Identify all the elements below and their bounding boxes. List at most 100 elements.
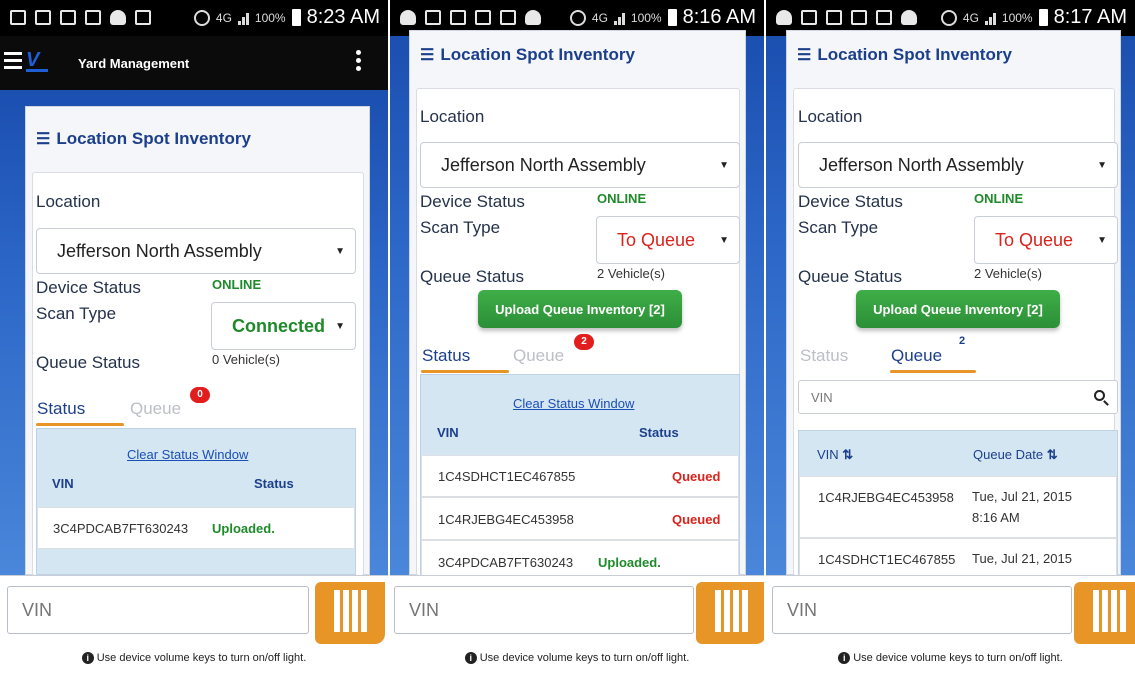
tab-status[interactable]: Status [800, 346, 848, 366]
queue-date-column-header[interactable]: Queue Date ⇅ [973, 447, 1058, 463]
table-row[interactable]: 1C4RJEBG4EC453958 Tue, Jul 21, 2015 8:16… [799, 476, 1117, 538]
location-select[interactable]: Jefferson North Assembly ▼ [420, 142, 740, 188]
app-logo: V [26, 50, 48, 72]
scan-bar: iUse device volume keys to turn on/off l… [390, 575, 764, 675]
row-vin: 1C4RJEBG4EC453958 [818, 490, 954, 505]
notification-icon [475, 10, 491, 25]
row-vin: 3C4PDCAB7FT630243 [438, 555, 574, 570]
row-vin: 1C4RJEBG4EC453958 [438, 512, 574, 527]
location-label: Location [36, 192, 101, 211]
barcode-scan-button[interactable] [315, 582, 385, 644]
cloud-icon [525, 10, 541, 25]
info-icon: i [81, 652, 94, 664]
barcode-scan-button[interactable] [1074, 582, 1135, 644]
row-queue-time: 8:16 AM [972, 510, 1020, 525]
queue-search-input[interactable]: VIN [798, 380, 1118, 414]
active-tab-underline [890, 370, 976, 373]
clock: 8:17 AM [1053, 6, 1127, 28]
scan-type-label: Scan Type [798, 218, 879, 237]
status-bar: 4G 100% 8:23 AM [0, 0, 388, 36]
notification-icon [450, 10, 466, 25]
vin-input[interactable] [394, 586, 694, 634]
table-row[interactable]: 1C4SDHCT1EC467855 Queued [421, 455, 739, 497]
scan-type-label: Scan Type [420, 218, 501, 237]
vin-column-header[interactable]: VIN ⇅ [817, 447, 853, 463]
tab-status[interactable]: Status [422, 346, 470, 366]
notification-icon [425, 10, 441, 25]
battery-percent: 100% [1001, 10, 1033, 25]
tab-queue[interactable]: Queue [513, 346, 564, 366]
device-status-label: Device Status [420, 192, 525, 211]
row-vin: 1C4SDHCT1EC467855 [438, 469, 576, 484]
location-label: Location [420, 107, 485, 126]
scan-type-select[interactable]: To Queue ▼ [974, 216, 1118, 264]
tab-queue[interactable]: Queue [891, 346, 942, 366]
notification-icon [776, 10, 792, 25]
sort-arrows-icon: ⇅ [1046, 447, 1058, 462]
location-value: Jefferson North Assembly [57, 240, 262, 261]
table-row[interactable]: 3C4PDCAB7FT630243 Uploaded. [37, 507, 355, 549]
table-row[interactable]: 1C4RJEBG4EC453958 Queued [421, 497, 739, 540]
notification-icon [876, 10, 892, 25]
app-title: Yard Management [78, 56, 190, 71]
queue-status-label: Queue Status [798, 267, 902, 286]
barcode-icon [1086, 590, 1132, 632]
battery-percent: 100% [254, 10, 286, 25]
device-status-value: ONLINE [974, 191, 1024, 206]
row-queue-date: Tue, Jul 21, 2015 [972, 489, 1072, 504]
barcode-icon [708, 590, 754, 632]
vin-column-header: VIN [52, 476, 74, 491]
location-value: Jefferson North Assembly [819, 154, 1024, 175]
tab-status[interactable]: Status [37, 399, 85, 419]
dropdown-caret-icon: ▼ [1097, 235, 1107, 246]
upload-queue-button[interactable]: Upload Queue Inventory [2] [478, 290, 682, 328]
row-status: Uploaded. [212, 521, 275, 536]
network-type: 4G [591, 10, 608, 25]
queue-count-badge: 0 [190, 387, 210, 403]
network-type: 4G [215, 10, 232, 25]
signal-icon [984, 11, 996, 25]
row-status: Queued [672, 512, 721, 527]
queue-count-badge: 2 [574, 334, 594, 350]
battery-percent: 100% [630, 10, 662, 25]
table-row[interactable]: 3C4PDCAB7FT630243 Uploaded. [421, 540, 739, 576]
device-status-label: Device Status [36, 278, 141, 297]
battery-icon [667, 9, 677, 26]
notification-icon [85, 10, 101, 25]
overflow-menu-icon[interactable] [356, 50, 362, 74]
dropdown-caret-icon: ▼ [335, 246, 345, 257]
table-row[interactable]: 1C4SDHCT1EC467855 Tue, Jul 21, 2015 [799, 538, 1117, 576]
clear-status-link[interactable]: Clear Status Window [127, 447, 248, 462]
scan-type-select[interactable]: To Queue ▼ [596, 216, 740, 264]
tab-queue[interactable]: Queue [130, 399, 181, 419]
clock: 8:16 AM [682, 6, 756, 28]
list-icon: ☰ [420, 47, 435, 64]
vin-input[interactable] [7, 586, 309, 634]
queue-status-value: 2 Vehicle(s) [597, 266, 665, 281]
notification-icon [400, 10, 416, 25]
dropdown-caret-icon: ▼ [1097, 160, 1107, 171]
upload-queue-button[interactable]: Upload Queue Inventory [2] [856, 290, 1060, 328]
location-select[interactable]: Jefferson North Assembly ▼ [798, 142, 1118, 188]
vin-input[interactable] [772, 586, 1072, 634]
hamburger-menu-icon[interactable] [4, 52, 22, 73]
dropdown-caret-icon: ▼ [719, 160, 729, 171]
info-icon: i [464, 652, 477, 664]
notification-icon [826, 10, 842, 25]
app-bar: V Yard Management [0, 36, 388, 90]
queue-count-badge: 2 [959, 335, 966, 347]
notification-icon [60, 10, 76, 25]
row-status: Uploaded. [598, 555, 661, 570]
row-status: Queued [672, 469, 721, 484]
search-icon[interactable] [1094, 390, 1105, 401]
card-title: Location Spot Inventory [817, 45, 1012, 64]
scan-type-select[interactable]: Connected ▼ [211, 302, 356, 350]
active-tab-underline [421, 370, 509, 373]
active-tab-underline [36, 423, 124, 426]
card-title: Location Spot Inventory [56, 129, 251, 148]
signal-icon [237, 11, 249, 25]
clear-status-link[interactable]: Clear Status Window [513, 396, 634, 411]
screen-3: 4G 100% 8:17 AM ☰ Location Spot Inventory… [766, 0, 1135, 675]
barcode-scan-button[interactable] [696, 582, 764, 644]
location-select[interactable]: Jefferson North Assembly ▼ [36, 228, 356, 274]
